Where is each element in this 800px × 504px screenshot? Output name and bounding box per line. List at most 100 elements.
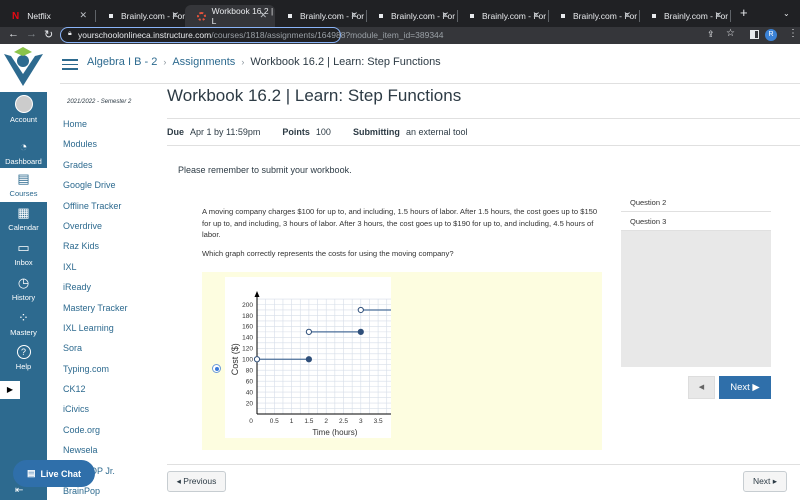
global-nav-label: Help — [15, 362, 32, 371]
global-nav-history[interactable]: ◷ History — [0, 272, 47, 307]
menu-icon[interactable]: ⋮ — [788, 28, 798, 39]
answer-radio-selected[interactable] — [212, 364, 221, 373]
course-nav-overdrive[interactable]: Overdrive — [63, 219, 128, 239]
school-logo[interactable] — [0, 44, 47, 92]
chat-icon: ▤ — [26, 468, 36, 478]
course-nav-sora[interactable]: Sora — [63, 341, 128, 361]
origin-label: 0 — [249, 418, 253, 425]
semester-label: 2021/2022 - Semester 2 — [67, 99, 132, 105]
calendar-icon: ▦ — [17, 205, 30, 220]
live-chat-button[interactable]: ▤ Live Chat — [13, 460, 95, 487]
breadcrumb-course[interactable]: Algebra I B - 2 — [87, 56, 157, 68]
course-nav-icivics[interactable]: iCivics — [63, 402, 128, 422]
global-nav-label: Courses — [9, 189, 38, 198]
close-tab-icon[interactable]: ✕ — [171, 10, 179, 21]
course-nav-ck12[interactable]: CK12 — [63, 382, 128, 402]
browser-tab[interactable]: Brainly.com - For ✕ — [367, 5, 458, 27]
next-question-button[interactable]: Next ▶ — [719, 376, 771, 399]
global-nav-dashboard[interactable]: ◔ Dashboard — [0, 136, 47, 168]
close-tab-icon[interactable]: ✕ — [350, 10, 358, 21]
expand-nav-button[interactable]: ▶ — [0, 381, 20, 399]
close-tab-icon[interactable]: ✕ — [79, 10, 87, 21]
profile-avatar[interactable]: R — [765, 29, 777, 41]
history-icon: ◷ — [17, 275, 30, 290]
global-nav-label: Inbox — [14, 258, 33, 267]
global-nav-inbox[interactable]: ▭ Inbox — [0, 237, 47, 272]
question-nav-item[interactable]: Question 3 — [621, 212, 771, 231]
divider — [167, 118, 800, 119]
closed-endpoint — [305, 356, 313, 363]
tab-search-icon[interactable]: ⌄ — [783, 9, 790, 18]
breadcrumb-assignments[interactable]: Assignments — [172, 56, 235, 68]
breadcrumb-separator-icon: › — [163, 57, 167, 67]
closed-endpoint — [357, 328, 364, 335]
browser-tab[interactable]: Brainly.com - For ✕ — [549, 5, 640, 27]
browser-tab[interactable]: N Netflix ✕ — [0, 5, 96, 27]
previous-button[interactable]: ◂ Previous — [167, 471, 226, 492]
close-tab-icon[interactable]: ✕ — [714, 10, 722, 21]
x-tick-label: 3.5 — [374, 418, 383, 425]
y-tick-label: 60 — [246, 378, 254, 385]
course-nav-google-drive[interactable]: Google Drive — [63, 178, 128, 198]
global-nav-calendar[interactable]: ▦ Calendar — [0, 202, 47, 237]
course-nav-iready[interactable]: iReady — [63, 280, 128, 300]
prev-question-button[interactable]: ◀ — [688, 376, 715, 399]
collapse-nav-icon[interactable]: ⇤ — [15, 485, 23, 496]
y-tick-label: 200 — [242, 302, 253, 309]
bookmark-star-icon[interactable]: ☆ — [726, 28, 735, 39]
brainly-icon — [109, 14, 113, 18]
question-nav-item[interactable]: Question 2 — [621, 193, 771, 212]
url-text[interactable]: yourschoolonlineca.instructure.com/cours… — [78, 30, 444, 40]
global-nav-mastery[interactable]: ⁘ Mastery — [0, 307, 47, 342]
inbox-icon: ▭ — [17, 240, 30, 255]
global-nav-account[interactable]: Account — [0, 92, 47, 129]
open-endpoint — [305, 328, 313, 335]
course-nav-offline-tracker[interactable]: Offline Tracker — [63, 199, 128, 219]
browser-tab[interactable]: Brainly.com - For ✕ — [276, 5, 367, 27]
next-button[interactable]: Next ▸ — [743, 471, 787, 492]
course-nav-grades[interactable]: Grades — [63, 158, 128, 178]
close-tab-icon[interactable]: ✕ — [532, 10, 540, 21]
tab-separator — [95, 10, 96, 22]
y-tick-label: 40 — [246, 389, 254, 396]
brainly-icon — [652, 14, 656, 18]
browser-tab[interactable]: Brainly.com - For ✕ — [458, 5, 549, 27]
course-nav-brainpop[interactable]: BrainPop — [63, 484, 128, 504]
new-tab-button[interactable]: + — [740, 5, 748, 20]
reload-icon[interactable]: ↻ — [44, 28, 53, 41]
course-nav-raz-kids[interactable]: Raz Kids — [63, 239, 128, 259]
y-tick-label: 160 — [242, 324, 253, 331]
step-function-graph: 00.511.522.533.544.520406080100120140160… — [225, 277, 438, 438]
course-nav-code-org[interactable]: Code.org — [63, 423, 128, 443]
close-tab-icon[interactable]: ✕ — [259, 10, 267, 21]
forward-icon[interactable]: → — [26, 28, 37, 40]
browser-tab[interactable]: Brainly.com - For ✕ — [97, 5, 188, 27]
global-nav-label: Dashboard — [5, 157, 42, 166]
course-nav-mastery-tracker[interactable]: Mastery Tracker — [63, 301, 128, 321]
course-nav-ixl[interactable]: IXL — [63, 260, 128, 280]
y-axis-label: Cost ($) — [230, 343, 240, 375]
x-tick-label: 3 — [359, 418, 363, 425]
mastery-icon: ⁘ — [18, 310, 29, 325]
close-tab-icon[interactable]: ✕ — [441, 10, 449, 21]
global-nav-courses[interactable]: ▤ Courses — [0, 168, 47, 202]
back-icon[interactable]: ← — [8, 28, 19, 40]
chart-svg: 00.511.522.533.544.520406080100120140160… — [230, 291, 438, 437]
course-nav-home[interactable]: Home — [63, 117, 128, 137]
side-panel-icon[interactable] — [750, 30, 759, 39]
close-tab-icon[interactable]: ✕ — [623, 10, 631, 21]
y-tick-label: 180 — [242, 313, 253, 320]
course-nav-typing-com[interactable]: Typing.com — [63, 362, 128, 382]
hamburger-menu-icon[interactable] — [62, 59, 78, 70]
brainly-icon — [561, 14, 565, 18]
y-tick-label: 120 — [242, 346, 253, 353]
global-nav-help[interactable]: ? Help — [0, 342, 47, 377]
x-tick-label: 1.5 — [304, 418, 313, 425]
browser-tab[interactable]: Workbook 16.2 | L ✕ — [185, 5, 275, 27]
global-nav-label: History — [11, 293, 36, 302]
share-icon[interactable]: ⇪ — [707, 29, 715, 40]
course-nav-ixl-learning[interactable]: IXL Learning — [63, 321, 128, 341]
course-nav-modules[interactable]: Modules — [63, 137, 128, 157]
global-nav-label: Mastery — [10, 328, 37, 337]
browser-tab[interactable]: Brainly.com - For ✕ — [640, 5, 731, 27]
